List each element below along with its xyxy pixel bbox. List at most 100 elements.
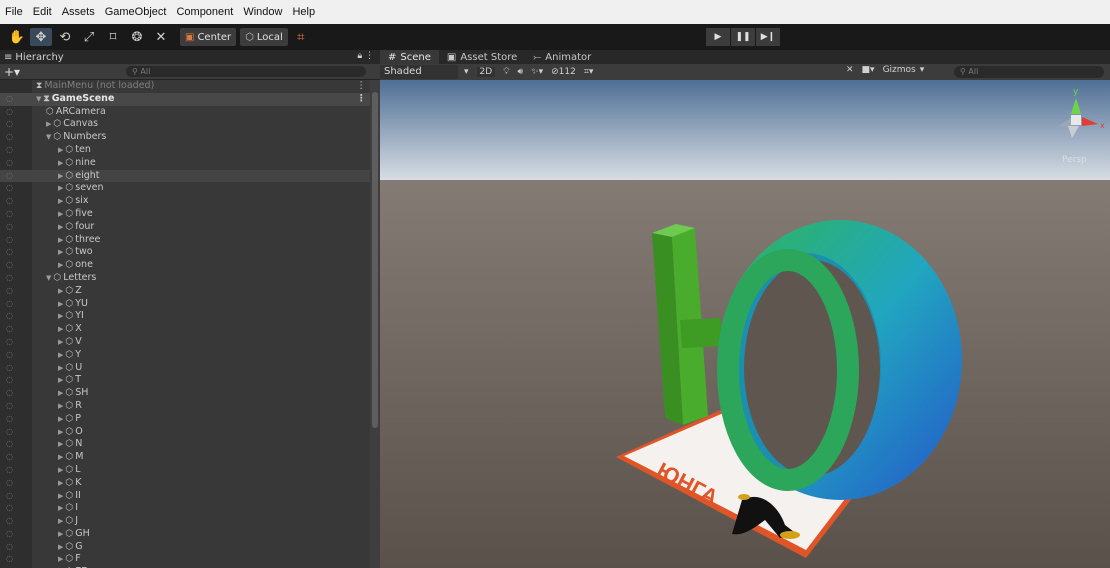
- visibility-icon[interactable]: ◌: [6, 528, 13, 541]
- expand-right-icon[interactable]: ▶: [58, 479, 63, 487]
- row-menu-icon[interactable]: ⋮: [357, 80, 367, 93]
- row-menu-icon[interactable]: ⋮: [357, 93, 367, 106]
- lock-icon[interactable]: 🔒︎ ⋮: [357, 51, 374, 61]
- expand-right-icon[interactable]: ▶: [58, 300, 63, 308]
- scene-viewport[interactable]: ЮНГА y x Persp: [380, 80, 1110, 568]
- hierarchy-row[interactable]: ◌ ▶ ⬡ T: [0, 374, 370, 387]
- visibility-icon[interactable]: ◌: [6, 400, 13, 413]
- effects-icon[interactable]: ✨︎▾: [531, 67, 543, 77]
- custom-tool-icon[interactable]: ✕: [150, 28, 172, 46]
- expand-right-icon[interactable]: ▶: [58, 440, 63, 448]
- expand-right-icon[interactable]: ▶: [58, 223, 63, 231]
- visibility-icon[interactable]: ◌: [6, 170, 13, 183]
- expand-right-icon[interactable]: ▶: [46, 120, 51, 128]
- visibility-icon[interactable]: ◌: [6, 323, 13, 336]
- hierarchy-row[interactable]: ◌ ▶ ⬡ Z: [0, 285, 370, 298]
- hierarchy-row[interactable]: ◌ ▶ ⬡ X: [0, 323, 370, 336]
- hierarchy-row[interactable]: ◌ ▶ ⬡ II: [0, 490, 370, 503]
- hierarchy-row[interactable]: ◌ ▶ ⬡ J: [0, 515, 370, 528]
- hierarchy-row[interactable]: ◌ ▶ ⬡ Y: [0, 349, 370, 362]
- expand-right-icon[interactable]: ▶: [58, 453, 63, 461]
- hierarchy-scene-row[interactable]: ◌ ▼ ⧗ GameScene ⋮: [0, 92, 370, 106]
- pivot-local-toggle[interactable]: ⬡ Local: [240, 28, 288, 46]
- hierarchy-row[interactable]: ◌ ▶ ⬡ eight: [0, 169, 370, 183]
- visibility-icon[interactable]: ◌: [6, 387, 13, 400]
- hand-tool-icon[interactable]: ✋: [6, 28, 28, 46]
- scrollbar-thumb[interactable]: [372, 92, 378, 428]
- grid-toggle-icon[interactable]: ⌗▾: [584, 67, 594, 77]
- camera-icon[interactable]: ■▾: [862, 65, 875, 75]
- rect-tool-icon[interactable]: ⌑: [102, 28, 124, 46]
- hierarchy-tab[interactable]: ≡ Hierarchy 🔒︎ ⋮: [0, 50, 380, 64]
- expand-right-icon[interactable]: ▶: [58, 338, 63, 346]
- audio-icon[interactable]: 🔊︎: [518, 67, 524, 77]
- visibility-icon[interactable]: ◌: [6, 195, 13, 208]
- expand-right-icon[interactable]: ▶: [58, 172, 63, 180]
- expand-right-icon[interactable]: ▶: [58, 517, 63, 525]
- grid-snap-icon[interactable]: ⌗: [290, 28, 312, 46]
- visibility-icon[interactable]: ◌: [6, 362, 13, 375]
- expand-right-icon[interactable]: ▶: [58, 364, 63, 372]
- menu-edit[interactable]: Edit: [28, 6, 57, 18]
- visibility-icon[interactable]: ◌: [6, 336, 13, 349]
- hierarchy-row[interactable]: ◌ ▶ ⬡ V: [0, 336, 370, 349]
- hierarchy-row[interactable]: ◌ ▶ ⬡ G: [0, 541, 370, 554]
- pivot-center-toggle[interactable]: ▣ Center: [180, 28, 237, 46]
- visibility-icon[interactable]: ◌: [6, 106, 13, 119]
- visibility-icon[interactable]: ◌: [6, 157, 13, 170]
- expand-right-icon[interactable]: ▶: [58, 351, 63, 359]
- expand-right-icon[interactable]: ▶: [58, 312, 63, 320]
- visibility-icon[interactable]: ◌: [6, 246, 13, 259]
- visibility-icon[interactable]: ◌: [6, 182, 13, 195]
- transform-tool-icon[interactable]: ❂: [126, 28, 148, 46]
- visibility-icon[interactable]: ◌: [6, 374, 13, 387]
- hierarchy-row[interactable]: ◌ ▶ ⬡ U: [0, 362, 370, 375]
- move-tool-icon[interactable]: ✥: [30, 28, 52, 46]
- shading-mode-dropdown[interactable]: Shaded: [380, 65, 458, 79]
- hierarchy-search-input[interactable]: ⚲ All: [126, 66, 366, 77]
- expand-right-icon[interactable]: ▶: [58, 530, 63, 538]
- tools-icon[interactable]: ✕: [846, 65, 854, 75]
- expand-right-icon[interactable]: ▶: [58, 261, 63, 269]
- pause-button[interactable]: ❚❚: [731, 28, 755, 46]
- add-object-button[interactable]: +▾: [4, 65, 20, 79]
- visibility-icon[interactable]: ◌: [6, 310, 13, 323]
- hierarchy-row[interactable]: ◌ ▶ ⬡ Canvas: [0, 118, 370, 131]
- hierarchy-row[interactable]: ◌ ▶ ⬡ nine: [0, 157, 370, 170]
- scene-search-input[interactable]: ⚲ All: [954, 66, 1104, 78]
- expand-right-icon[interactable]: ▶: [58, 466, 63, 474]
- hierarchy-row[interactable]: ◌ ▶ ⬡ M: [0, 451, 370, 464]
- menu-help[interactable]: Help: [287, 6, 320, 18]
- expand-right-icon[interactable]: ▶: [58, 389, 63, 397]
- visibility-icon[interactable]: ◌: [6, 515, 13, 528]
- gizmos-arrow-icon[interactable]: ▾: [920, 65, 925, 75]
- expand-right-icon[interactable]: ▶: [58, 492, 63, 500]
- 2d-toggle[interactable]: 2D: [476, 67, 496, 77]
- visibility-icon[interactable]: ◌: [6, 349, 13, 362]
- visibility-icon[interactable]: ◌: [6, 272, 13, 285]
- hierarchy-scene-row[interactable]: ⧗ MainMenu (not loaded) ⋮: [0, 80, 370, 93]
- step-button[interactable]: ▶❙: [756, 28, 780, 46]
- hierarchy-row[interactable]: ◌ ▶ ⬡ YI: [0, 310, 370, 323]
- lighting-icon[interactable]: 💡︎: [503, 67, 509, 77]
- expand-right-icon[interactable]: ▶: [58, 184, 63, 192]
- hierarchy-row[interactable]: ◌ ▶ ⬡ ten: [0, 144, 370, 157]
- scene-render[interactable]: ЮНГА y x Persp: [380, 80, 1110, 568]
- hierarchy-row[interactable]: ◌ ▶ ⬡ six: [0, 195, 370, 208]
- expand-right-icon[interactable]: ▶: [58, 376, 63, 384]
- expand-right-icon[interactable]: ▶: [58, 415, 63, 423]
- visibility-icon[interactable]: ◌: [6, 413, 13, 426]
- visibility-icon[interactable]: ◌: [6, 426, 13, 439]
- visibility-icon[interactable]: ◌: [6, 259, 13, 272]
- expand-right-icon[interactable]: ▶: [58, 197, 63, 205]
- gizmos-dropdown[interactable]: Gizmos: [883, 65, 916, 75]
- hierarchy-row[interactable]: ◌ ▶ ⬡ I: [0, 502, 370, 515]
- expand-right-icon[interactable]: ▶: [58, 159, 63, 167]
- expand-down-icon[interactable]: ▼: [46, 133, 51, 141]
- expand-right-icon[interactable]: ▶: [58, 402, 63, 410]
- expand-right-icon[interactable]: ▶: [58, 543, 63, 551]
- rotate-tool-icon[interactable]: ⟲: [54, 28, 76, 46]
- menu-gameobject[interactable]: GameObject: [100, 6, 172, 18]
- visibility-icon[interactable]: ◌: [6, 477, 13, 490]
- expand-right-icon[interactable]: ▶: [58, 248, 63, 256]
